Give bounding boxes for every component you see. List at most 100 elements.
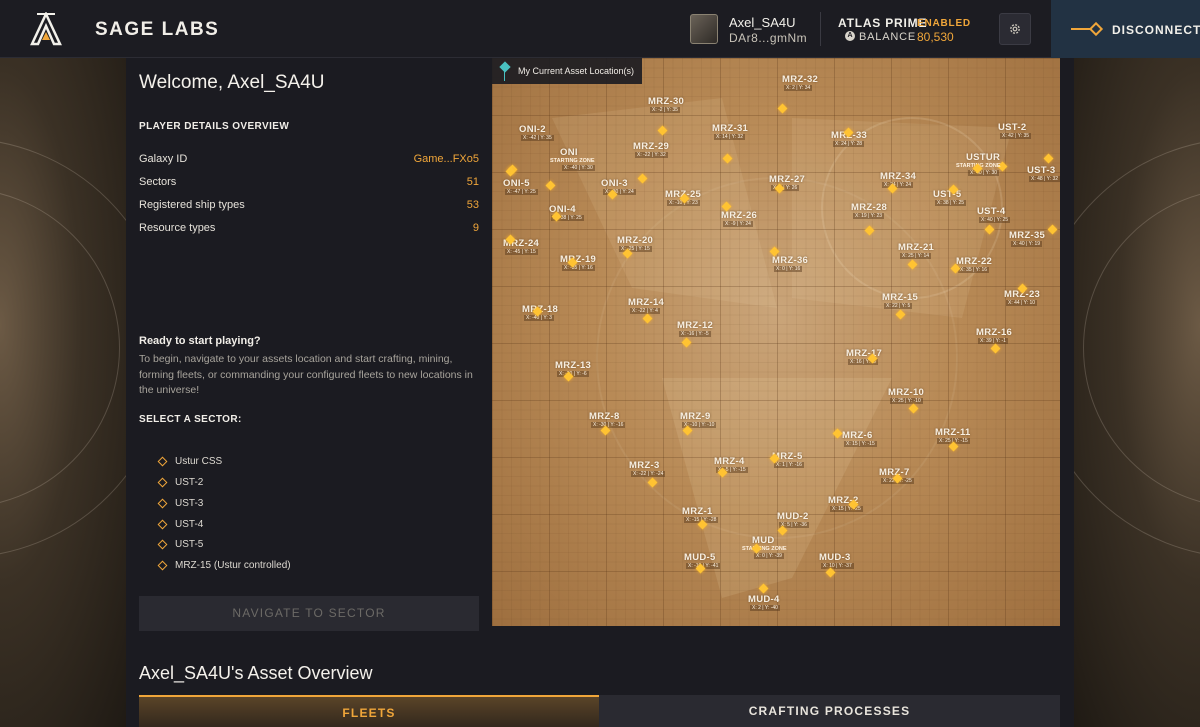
sector-coordinates: X: -30 | Y: -16 — [591, 422, 626, 428]
sector-name: UST-2 — [998, 122, 1027, 133]
sector-coordinates: X: 24 | Y: 28 — [833, 141, 865, 147]
sector-name: MRZ-21 — [898, 242, 935, 253]
background-art-left — [0, 58, 126, 727]
sector-coordinates: X: 39 | Y: -1 — [978, 338, 1008, 344]
atlas-token-icon: A — [845, 31, 855, 41]
sector-name: MRZ-20 — [617, 235, 654, 246]
sector-name: MRZ-31 — [712, 123, 749, 134]
detail-label: Galaxy ID — [139, 153, 188, 165]
sector-name: MRZ-8 — [589, 411, 620, 422]
atlas-prime-label: ATLAS PRIME — [838, 16, 928, 30]
sector-name: MRZ-14 — [628, 297, 665, 308]
sector-name: ONI-3 — [601, 178, 628, 189]
map-grid — [492, 58, 1060, 626]
asset-overview-title: Axel_SA4U's Asset Overview — [139, 663, 373, 683]
sector-name: MRZ-30 — [648, 96, 685, 107]
sector-coordinates: X: 35 | Y: 16 — [958, 267, 990, 273]
sector-name: MRZ-15 — [882, 292, 919, 303]
wallet-address: DAr8...gmNm — [729, 31, 808, 45]
sector-coordinates: X: 25 | Y: -10 — [890, 398, 923, 404]
settings-button[interactable] — [999, 13, 1031, 45]
diamond-icon — [157, 477, 168, 488]
sector-coordinates: X: -45 | Y: 15 — [505, 249, 538, 255]
sector-coordinates: X: 15 | Y: -25 — [830, 506, 863, 512]
detail-value: 53 — [466, 199, 479, 211]
diamond-icon — [157, 519, 168, 530]
background-art-right — [1073, 58, 1200, 727]
detail-row-resource-types: Resource types 9 — [139, 222, 479, 238]
balance-label: BALANCE — [859, 31, 916, 43]
sector-coordinates: X: 15 | Y: -15 — [844, 441, 877, 447]
detail-label: Sectors — [139, 176, 177, 188]
sector-name: MRZ-34 — [880, 171, 917, 182]
sector-name: ONI — [560, 147, 578, 158]
sector-coordinates: X: -42 | Y: 35 — [521, 135, 554, 141]
sector-subtitle: STARTING ZONE — [550, 158, 595, 164]
ready-title: Ready to start playing? — [139, 335, 261, 347]
detail-label: Registered ship types — [139, 199, 245, 211]
sector-name: MRZ-35 — [1009, 230, 1046, 241]
sector-coordinates: X: 1 | Y: -16 — [774, 462, 804, 468]
sector-name: MUD-5 — [684, 552, 716, 563]
tab-fleets[interactable]: FLEETS — [139, 695, 599, 727]
sector-name: MUD-3 — [819, 552, 851, 563]
sector-coordinates: X: 44 | Y: 10 — [1006, 300, 1038, 306]
disconnect-button[interactable]: DISCONNECT — [1051, 0, 1200, 58]
sector-coordinates: X: 2 | Y: -40 — [750, 605, 780, 611]
sector-coordinates: X: -22 | Y: 32 — [635, 152, 668, 158]
sector-coordinates: X: 0 | Y: 16 — [774, 266, 803, 272]
sector-name: UST-4 — [977, 206, 1006, 217]
sector-coordinates: X: 38 | Y: 25 — [935, 200, 967, 206]
navigate-to-sector-button[interactable]: NAVIGATE TO SECTOR — [139, 596, 479, 631]
sector-name: MRZ-32 — [782, 74, 819, 85]
galaxy-map[interactable]: MRZ-32 X: 2 | Y: 34 MRZ-30 X: -2 | Y: 35 MRZ… — [492, 58, 1060, 626]
sector-coordinates: X: 40 | Y: 19 — [1011, 241, 1043, 247]
ready-description: To begin, navigate to your assets locati… — [139, 353, 473, 396]
diamond-icon — [157, 539, 168, 550]
sector-coordinates: X: 40 | Y: 30 — [968, 170, 1000, 176]
sector-name: ONI-5 — [503, 178, 530, 189]
sector-name: MRZ-16 — [976, 327, 1013, 338]
detail-value[interactable]: Game...FXo5 — [414, 153, 479, 165]
sector-name: MRZ-13 — [555, 360, 592, 371]
sector-name: MRZ-3 — [629, 460, 660, 471]
detail-value: 9 — [472, 222, 479, 234]
map-legend-label: My Current Asset Location(s) — [518, 66, 635, 76]
sector-name: MRZ-27 — [769, 174, 806, 185]
location-pin-icon — [499, 61, 511, 73]
sector-coordinates: X: 0 | Y: -39 — [754, 553, 784, 559]
sector-name: MUD-2 — [777, 511, 809, 522]
detail-value: 51 — [466, 176, 479, 188]
diamond-icon — [1088, 21, 1104, 37]
tab-crafting-processes[interactable]: CRAFTING PROCESSES — [599, 695, 1060, 727]
sector-name: MRZ-4 — [714, 456, 745, 467]
sector-name: ONI-2 — [519, 124, 546, 135]
diamond-icon — [157, 498, 168, 509]
sector-coordinates: X: 19 | Y: 23 — [853, 213, 885, 219]
gear-icon — [1010, 24, 1020, 34]
sector-coordinates: X: -9 | Y: 24 — [723, 221, 753, 227]
sector-name: MUD-4 — [748, 594, 780, 605]
user-name: Axel_SA4U — [729, 15, 796, 30]
atlas-status-badge: ENABLED — [917, 18, 971, 29]
sector-name: MRZ-6 — [842, 430, 873, 441]
sector-coordinates: X: 2 | Y: 34 — [784, 85, 813, 91]
sector-name: MRZ-12 — [677, 320, 714, 331]
diamond-icon — [157, 456, 168, 467]
disconnect-label: DISCONNECT — [1112, 23, 1200, 37]
avatar[interactable] — [690, 14, 718, 44]
sector-name: MRZ-29 — [633, 141, 670, 152]
sector-coordinates: X: 40 | Y: 25 — [979, 217, 1011, 223]
sector-coordinates: X: -16 | Y: -5 — [679, 331, 711, 337]
sector-name: MRZ-26 — [721, 210, 758, 221]
select-sector-heading: SELECT A SECTOR: — [139, 414, 242, 425]
sector-coordinates: X: 48 | Y: 32 — [1029, 176, 1060, 182]
detail-row-ship-types: Registered ship types 53 — [139, 199, 479, 215]
sector-name: MRZ-19 — [560, 254, 597, 265]
sector-name: USTUR — [966, 152, 1001, 163]
sector-name: MRZ-10 — [888, 387, 925, 398]
sector-coordinates: X: -22 | Y: 4 — [630, 308, 660, 314]
player-details-heading: PLAYER DETAILS OVERVIEW — [139, 121, 290, 132]
sage-labs-logo-icon[interactable] — [30, 11, 62, 46]
welcome-title: Welcome, Axel_SA4U — [139, 72, 325, 93]
